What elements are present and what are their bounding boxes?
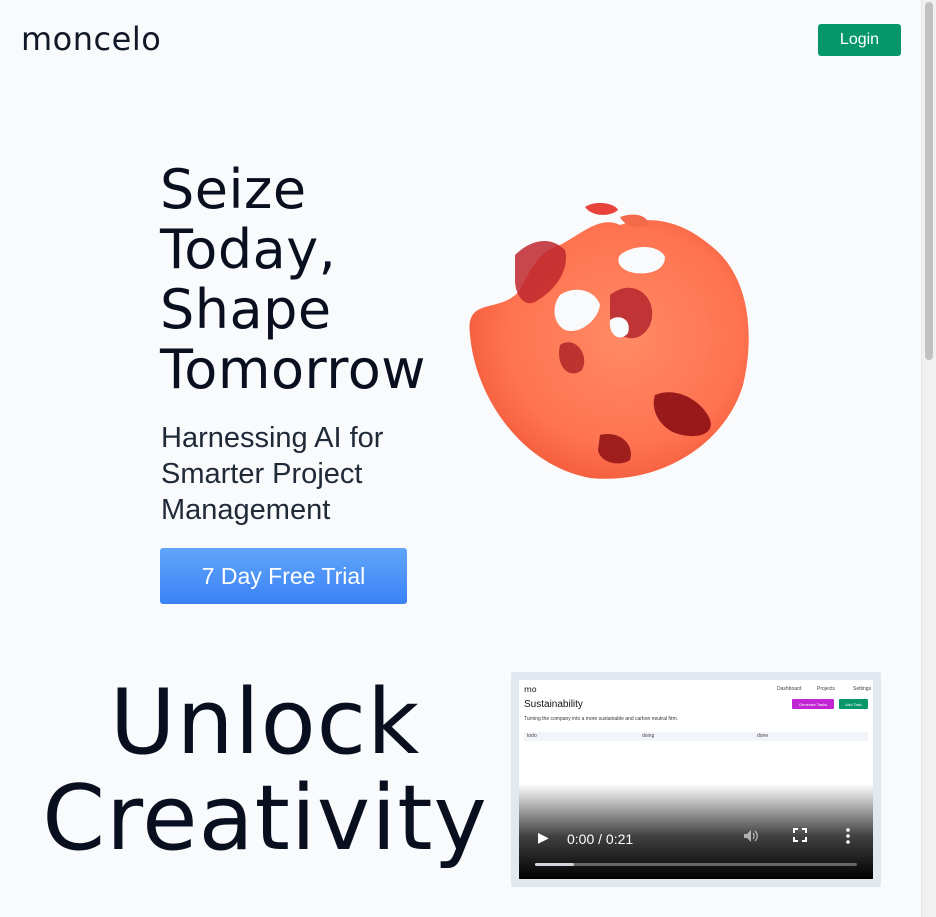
video-preview-add-button: Add Task [839, 699, 868, 709]
hero-3d-blob-illustration [469, 203, 749, 479]
demo-video-frame: mo Dashboard Projects Settings Sustainab… [511, 672, 881, 887]
page-scrollbar[interactable] [921, 0, 936, 917]
video-preview-generate-button: Generate Tasks [792, 699, 834, 709]
more-options-icon[interactable] [845, 828, 851, 848]
hero-title: Seize Today, Shape Tomorrow [160, 160, 460, 400]
hero-subtitle-line: Smarter Project [161, 458, 363, 490]
demo-video-player[interactable]: mo Dashboard Projects Settings Sustainab… [519, 680, 873, 879]
hero-subtitle-line: Management [161, 494, 331, 526]
login-button[interactable]: Login [818, 24, 901, 56]
blob-fragment [585, 203, 618, 215]
video-progress-fill [535, 863, 574, 866]
video-preview-logo: mo [524, 685, 537, 694]
hero-title-line: Tomorrow [160, 338, 426, 401]
video-preview-column: todo [527, 733, 537, 739]
video-progress-track[interactable] [535, 863, 857, 866]
unlock-heading-line: Unlock [109, 670, 421, 775]
brand-logo[interactable]: moncelo [21, 20, 161, 58]
video-preview-column: doing [642, 733, 655, 739]
video-preview-nav-item: Dashboard [777, 686, 802, 692]
video-preview-nav-item: Projects [817, 686, 836, 692]
scrollbar-thumb[interactable] [925, 2, 933, 360]
unlock-heading-line: Creativity [42, 766, 488, 871]
hero-title-line: Seize [160, 158, 307, 221]
video-preview-column: done [757, 733, 769, 739]
video-time: 0:00 / 0:21 [567, 831, 634, 847]
play-icon[interactable]: ▶ [538, 829, 549, 846]
video-preview-columns: todo doing done [524, 732, 868, 741]
volume-icon[interactable] [743, 829, 759, 846]
video-controls: ▶ 0:00 / 0:21 [519, 819, 873, 879]
hero-subtitle-line: Harnessing AI for [161, 422, 384, 454]
video-preview-title: Sustainability [524, 699, 583, 710]
unlock-creativity-heading: Unlock Creativity [0, 675, 530, 867]
hero-title-line: Today, [160, 218, 337, 281]
video-preview-nav-item: Settings [853, 686, 872, 692]
free-trial-button[interactable]: 7 Day Free Trial [160, 548, 407, 604]
hero-title-line: Shape [160, 278, 332, 341]
hero-subtitle: Harnessing AI for Smarter Project Manage… [161, 420, 461, 528]
fullscreen-icon[interactable] [793, 828, 807, 846]
video-preview-description: Turning the company into a more sustaina… [524, 716, 679, 722]
